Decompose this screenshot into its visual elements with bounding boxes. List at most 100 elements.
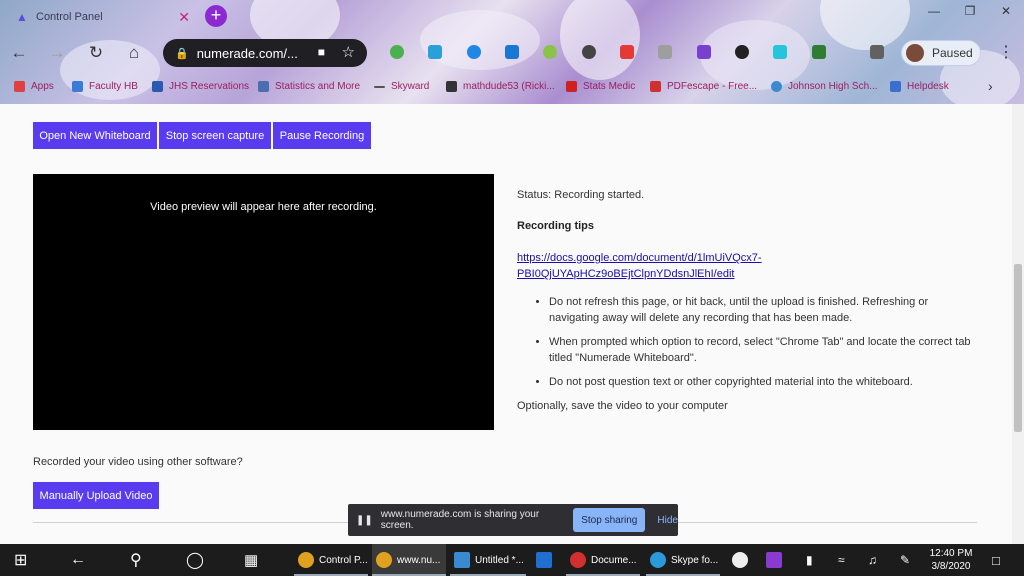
extension-icon[interactable] — [505, 45, 519, 59]
home-icon[interactable]: ⌂ — [123, 42, 145, 64]
page-content: Open New Whiteboard Stop screen capture … — [0, 104, 1012, 544]
url-text: numerade.com/... — [196, 45, 298, 61]
extension-icon[interactable] — [658, 45, 672, 59]
windows-start-icon[interactable]: ⊞ — [14, 544, 27, 576]
extension-icon[interactable] — [582, 45, 596, 59]
preview-message: Video preview will appear here after rec… — [150, 201, 377, 213]
cortana-icon[interactable]: ◯ — [186, 544, 204, 576]
taskbar-app-untitled[interactable]: Untitled *... — [450, 544, 526, 576]
battery-icon[interactable]: ▮ — [806, 544, 813, 576]
extension-icon[interactable] — [773, 45, 787, 59]
wifi-icon[interactable]: ≈ — [838, 544, 845, 576]
skyward-icon — [374, 85, 385, 88]
recording-info: Status: Recording started. Recording tip… — [517, 187, 977, 414]
bookmark-helpdesk[interactable]: Helpdesk — [890, 81, 949, 92]
list-item: Do not post question text or other copyr… — [549, 374, 977, 390]
notifications-icon[interactable]: □ — [992, 544, 1000, 576]
task-view-icon[interactable]: ▦ — [244, 544, 258, 576]
stop-screen-capture-button[interactable]: Stop screen capture — [159, 122, 271, 149]
search-icon[interactable]: ⚲ — [130, 544, 142, 576]
new-tab-button[interactable]: + — [205, 5, 227, 27]
bookmark-skyward[interactable]: Skyward — [374, 81, 429, 92]
stop-sharing-button[interactable]: Stop sharing — [573, 508, 646, 532]
back-icon[interactable]: ← — [8, 42, 30, 64]
acrobat-icon — [570, 552, 586, 568]
numerade-logo-icon: ▲ — [16, 9, 28, 24]
address-bar[interactable]: 🔒 numerade.com/... ■ ☆ — [163, 39, 367, 67]
page-icon — [72, 81, 83, 92]
forward-icon[interactable]: → — [46, 42, 68, 64]
bookmark-jhs-reservations[interactable]: JHS Reservations — [152, 81, 249, 92]
chrome-icon — [376, 552, 392, 568]
clock-time: 12:40 PM — [929, 548, 973, 559]
profile-button[interactable]: Paused — [901, 40, 981, 66]
bookmark-faculty-hb[interactable]: Faculty HB — [72, 81, 138, 92]
cast-icon[interactable] — [870, 45, 884, 59]
pause-icon: ❚❚ — [356, 514, 373, 526]
close-window-button[interactable]: ✕ — [988, 0, 1024, 24]
bookmark-stats-medic[interactable]: Stats Medic — [566, 81, 635, 92]
browser-tab[interactable]: ▲ Control Panel ✕ — [6, 3, 198, 30]
manually-upload-video-button[interactable]: Manually Upload Video — [33, 482, 159, 509]
status-text: Status: Recording started. — [517, 189, 645, 201]
extension-icon[interactable] — [543, 45, 557, 59]
close-tab-icon[interactable]: ✕ — [178, 9, 190, 26]
extension-icon[interactable] — [812, 45, 826, 59]
extension-icon[interactable] — [467, 45, 481, 59]
minimize-button[interactable]: — — [916, 0, 952, 24]
back-icon[interactable]: ← — [70, 544, 86, 576]
extension-icon[interactable] — [428, 45, 442, 59]
extension-icon[interactable] — [697, 45, 711, 59]
volume-icon[interactable]: ♫ — [868, 544, 877, 576]
calendar-icon — [152, 81, 163, 92]
windows-taskbar: ⊞ ← ⚲ ◯ ▦ Control P... www.nu... Untitle… — [0, 544, 1024, 576]
recording-tips-link[interactable]: https://docs.google.com/document/d/1lmUi… — [517, 250, 977, 282]
taskbar-app-outlook[interactable] — [532, 544, 562, 576]
apps-grid-icon — [14, 81, 25, 92]
bookmark-apps[interactable]: Apps — [14, 81, 54, 92]
hide-button[interactable]: Hide — [657, 515, 678, 526]
pen-icon[interactable]: ✎ — [900, 544, 910, 576]
chevron-right-icon[interactable]: › — [988, 78, 993, 94]
extension-icon[interactable] — [620, 45, 634, 59]
pdf-icon — [650, 81, 661, 92]
avatar — [906, 44, 924, 62]
list-item: When prompted which option to record, se… — [549, 334, 977, 366]
restore-button[interactable]: ❐ — [952, 0, 988, 24]
bookmark-mathdude[interactable]: mathdude53 (Ricki... — [446, 81, 555, 92]
pb-icon — [446, 81, 457, 92]
bookmark-johnson-high[interactable]: Johnson High Sch... — [771, 81, 878, 92]
helpdesk-icon — [890, 81, 901, 92]
taskbar-app-skype[interactable]: Skype fo... — [646, 544, 720, 576]
extension-icon[interactable] — [735, 45, 749, 59]
tab-title: Control Panel — [36, 10, 103, 23]
bookmarks-bar: Apps Faculty HB JHS Reservations Statist… — [0, 78, 1024, 98]
camera-icon[interactable]: ■ — [318, 45, 325, 59]
medical-cross-icon — [566, 81, 577, 92]
bookmark-pdfescape[interactable]: PDFescape - Free... — [650, 81, 757, 92]
scrollbar-thumb[interactable] — [1014, 264, 1022, 432]
taskbar-app-game[interactable] — [728, 544, 756, 576]
clock-date: 3/8/2020 — [931, 561, 971, 572]
bookmark-star-icon[interactable]: ☆ — [342, 43, 355, 61]
scrollbar[interactable] — [1012, 104, 1024, 544]
pause-recording-button[interactable]: Pause Recording — [273, 122, 371, 149]
bookmark-statistics[interactable]: Statistics and More — [258, 81, 360, 92]
lock-icon: 🔒 — [175, 47, 189, 60]
more-menu-icon[interactable]: ⋮ — [998, 42, 1014, 62]
extension-icon[interactable] — [390, 45, 404, 59]
open-new-whiteboard-button[interactable]: Open New Whiteboard — [33, 122, 157, 149]
taskbar-app-onenote[interactable] — [762, 544, 790, 576]
profile-status: Paused — [932, 46, 973, 60]
taskbar-app-chrome-numerade[interactable]: www.nu... — [372, 544, 446, 576]
skype-icon — [650, 552, 666, 568]
outlook-icon — [536, 552, 552, 568]
optional-save-text: Optionally, save the video to your compu… — [517, 400, 728, 412]
taskbar-app-chrome-control-panel[interactable]: Control P... — [294, 544, 368, 576]
recording-tips-heading: Recording tips — [517, 220, 595, 232]
taskbar-clock[interactable]: 12:40 PM 3/8/2020 — [926, 547, 976, 573]
snowflake-icon — [771, 81, 782, 92]
reload-icon[interactable]: ↻ — [85, 42, 107, 64]
onenote-icon — [766, 552, 782, 568]
taskbar-app-document[interactable]: Docume... — [566, 544, 640, 576]
